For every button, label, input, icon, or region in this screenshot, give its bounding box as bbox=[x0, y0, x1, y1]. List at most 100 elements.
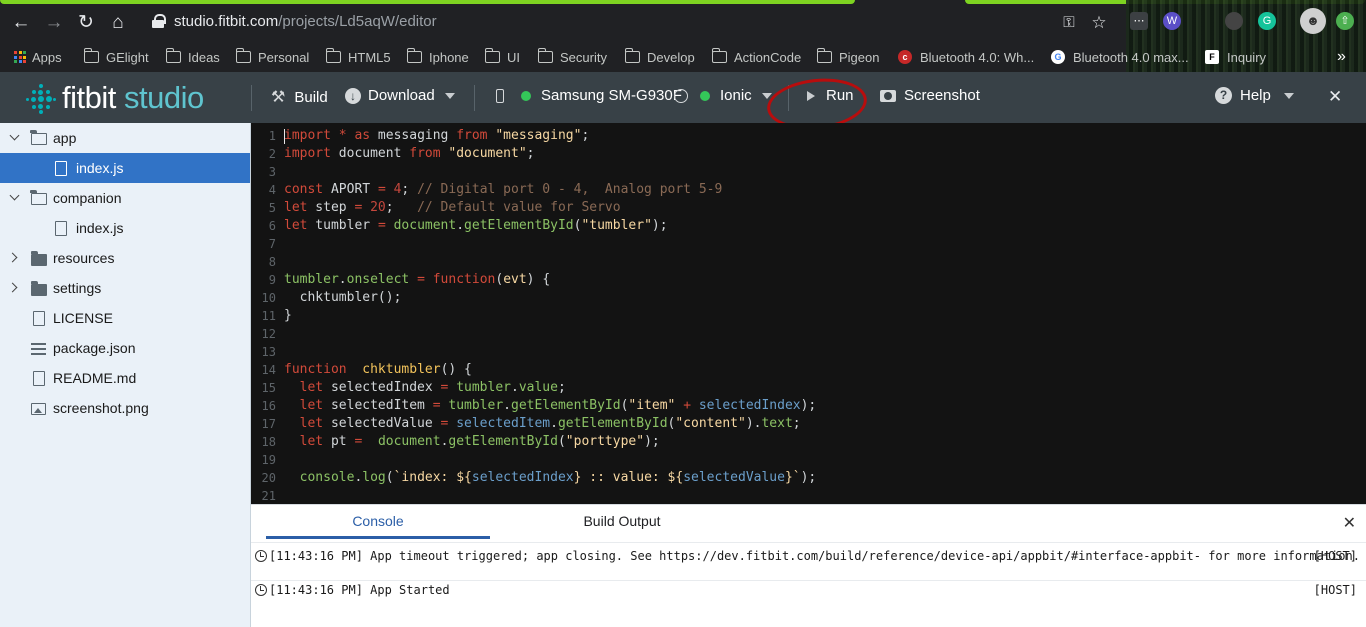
home-icon[interactable]: ⌂ bbox=[107, 12, 129, 34]
chevron-down-icon bbox=[444, 92, 455, 99]
run-button[interactable]: Run bbox=[807, 87, 854, 104]
folder-open-icon bbox=[30, 189, 47, 205]
code-text: } bbox=[284, 308, 292, 323]
code-line: 19 bbox=[251, 451, 1366, 469]
toolbar-divider bbox=[251, 85, 252, 111]
lock-icon[interactable] bbox=[152, 14, 166, 28]
folder-icon bbox=[624, 48, 640, 63]
extension-w-icon[interactable]: W bbox=[1163, 12, 1181, 30]
address-bar[interactable]: studio.fitbit.com/projects/Ld5aqW/editor bbox=[174, 13, 437, 30]
line-number: 20 bbox=[261, 471, 276, 485]
bookmark-gelight[interactable]: GElight bbox=[83, 48, 149, 66]
tree-item-label: resources bbox=[53, 250, 115, 266]
tree-folder-app[interactable]: app bbox=[0, 123, 250, 153]
tree-file-readme[interactable]: README.md bbox=[0, 363, 250, 393]
watch-selector[interactable]: Ionic bbox=[674, 87, 772, 104]
bookmark-inquiry[interactable]: F Inquiry bbox=[1205, 48, 1266, 66]
tree-file-app-index[interactable]: index.js bbox=[0, 153, 250, 183]
line-number: 17 bbox=[261, 417, 276, 431]
studio-toolbar: fitbit studio ⚒ Build ↓ Download Samsung… bbox=[0, 72, 1366, 123]
bookmark-label: Pigeon bbox=[839, 49, 880, 65]
screenshot-button[interactable]: Screenshot bbox=[880, 87, 980, 104]
code-text: let pt = document.getElementById("portty… bbox=[299, 434, 660, 449]
extension-icon[interactable] bbox=[1225, 12, 1243, 30]
code-line: 11} bbox=[251, 307, 1366, 325]
chevron-right-icon[interactable] bbox=[9, 282, 19, 292]
code-text: let selectedIndex = tumbler.value; bbox=[299, 380, 566, 395]
tree-file-package-json[interactable]: package.json bbox=[0, 333, 250, 363]
key-icon[interactable]: ⚿ bbox=[1058, 12, 1080, 34]
bookmark-label: Bluetooth 4.0 max... bbox=[1073, 49, 1189, 65]
grammarly-icon[interactable]: G bbox=[1258, 12, 1276, 30]
bookmark-actioncode[interactable]: ActionCode bbox=[711, 48, 802, 66]
update-icon[interactable]: ⇧ bbox=[1336, 12, 1354, 30]
code-line: 6 let tumbler = document.getElementById("… bbox=[251, 217, 1366, 235]
clock-icon bbox=[255, 584, 267, 596]
line-number: 12 bbox=[261, 327, 276, 341]
bookmark-bluetooth-1[interactable]: c Bluetooth 4.0: Wh... bbox=[898, 48, 1034, 66]
tree-folder-resources[interactable]: resources bbox=[0, 243, 250, 273]
bookmark-html5[interactable]: HTML5 bbox=[325, 48, 391, 66]
tree-item-label: settings bbox=[53, 280, 102, 296]
folder-icon bbox=[235, 48, 251, 63]
tree-item-label: LICENSE bbox=[53, 310, 113, 326]
avatar[interactable]: ☻ bbox=[1300, 8, 1326, 34]
bookmarks-overflow-button[interactable]: » bbox=[1337, 48, 1346, 66]
log-time: [11:43:16 PM] bbox=[269, 583, 363, 597]
code-line: 1 import * as messaging from "messaging"; bbox=[251, 127, 1366, 145]
url-host: studio.fitbit.com bbox=[174, 13, 279, 30]
chevron-right-icon[interactable] bbox=[9, 252, 19, 262]
code-editor[interactable]: 1 import * as messaging from "messaging";… bbox=[251, 123, 1366, 504]
bookmark-pigeon[interactable]: Pigeon bbox=[816, 48, 880, 66]
code-line: 10 chktumbler(); bbox=[251, 289, 1366, 307]
bookmark-security[interactable]: Security bbox=[537, 48, 607, 66]
connected-status-icon bbox=[521, 90, 531, 101]
line-number: 16 bbox=[261, 399, 276, 413]
image-icon bbox=[31, 403, 46, 415]
bookmark-ideas[interactable]: Ideas bbox=[165, 48, 220, 66]
chevron-down-icon[interactable] bbox=[10, 192, 20, 202]
download-icon: ↓ bbox=[345, 87, 361, 104]
brand-product: studio bbox=[123, 80, 204, 115]
tab-console[interactable]: Console bbox=[266, 505, 490, 539]
tree-file-companion-index[interactable]: index.js bbox=[0, 213, 250, 243]
build-label: Build bbox=[294, 88, 328, 106]
phone-selector[interactable]: Samsung SM-G930F bbox=[496, 87, 682, 104]
bookmark-bluetooth-2[interactable]: G Bluetooth 4.0 max... bbox=[1051, 48, 1189, 66]
code-line: 16 let selectedItem = tumbler.getElement… bbox=[251, 397, 1366, 415]
bookmark-label: Ideas bbox=[188, 49, 220, 65]
back-icon[interactable]: ← bbox=[10, 12, 32, 34]
phone-icon bbox=[496, 88, 504, 103]
bookmark-label: Personal bbox=[258, 49, 310, 65]
tree-file-screenshot[interactable]: screenshot.png bbox=[0, 393, 250, 423]
tree-item-label: index.js bbox=[76, 220, 124, 236]
help-button[interactable]: ? Help bbox=[1215, 87, 1294, 104]
log-entry: [11:43:16 PM] App timeout triggered; app… bbox=[255, 549, 1361, 564]
close-icon[interactable]: ✕ bbox=[1328, 87, 1342, 107]
connected-status-icon bbox=[700, 90, 710, 101]
file-icon bbox=[33, 371, 45, 386]
line-number: 21 bbox=[261, 489, 276, 503]
chevron-down-icon[interactable] bbox=[10, 132, 20, 142]
tree-folder-companion[interactable]: companion bbox=[0, 183, 250, 213]
star-icon[interactable]: ☆ bbox=[1088, 12, 1110, 34]
extension-icon[interactable]: ⋯ bbox=[1130, 12, 1148, 30]
log-message: App Started bbox=[370, 583, 450, 597]
tree-folder-settings[interactable]: settings bbox=[0, 273, 250, 303]
build-button[interactable]: ⚒ Build bbox=[271, 87, 328, 107]
forward-icon[interactable]: → bbox=[43, 12, 65, 34]
file-tree: app index.js companion index.js resource… bbox=[0, 123, 251, 627]
bookmark-personal[interactable]: Personal bbox=[235, 48, 310, 66]
bookmark-develop[interactable]: Develop bbox=[624, 48, 695, 66]
line-number: 11 bbox=[261, 309, 276, 323]
close-icon[interactable]: ✕ bbox=[1343, 513, 1356, 533]
bookmark-label: ActionCode bbox=[734, 49, 802, 65]
reload-icon[interactable]: ↻ bbox=[75, 12, 97, 34]
tab-build-output[interactable]: Build Output bbox=[577, 505, 667, 539]
line-number: 18 bbox=[261, 435, 276, 449]
tree-file-license[interactable]: LICENSE bbox=[0, 303, 250, 333]
bookmark-ui[interactable]: UI bbox=[484, 48, 520, 66]
download-button[interactable]: ↓ Download bbox=[345, 87, 455, 104]
bookmark-iphone[interactable]: Iphone bbox=[406, 48, 469, 66]
bookmark-apps[interactable]: Apps bbox=[14, 48, 62, 66]
